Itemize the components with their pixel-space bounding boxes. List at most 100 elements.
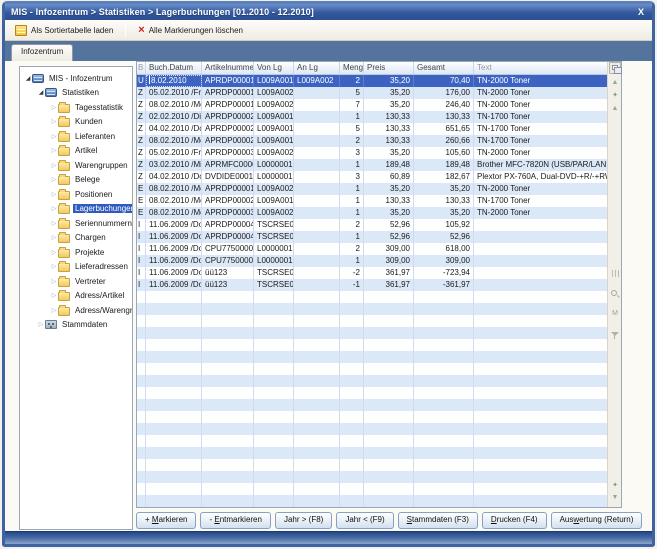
table-row[interactable]: I11.06.2009 /DoCPU77500007L00000011309,0… [137,255,607,267]
clear-marks-button[interactable]: × Alle Markierungen löschen [132,22,249,38]
table-row[interactable]: U8.02.2010APRDP00001L009A001L009A002235,… [137,75,607,87]
tree-collapsed-icon[interactable]: ▷ [50,220,58,227]
column-header-an-lg[interactable]: An Lg [294,62,340,74]
table-empty-row[interactable] [137,363,607,375]
table-empty-row[interactable] [137,315,607,327]
table-empty-row[interactable] [137,495,607,507]
tree-item-projekte[interactable]: ▷Projekte [20,245,132,260]
table-empty-row[interactable] [137,423,607,435]
column-header-buch-datum[interactable]: Buch.Datum [146,62,202,74]
table-empty-row[interactable] [137,339,607,351]
footer-button-jahr-f8[interactable]: Jahr > (F8) [275,512,332,529]
table-empty-row[interactable] [137,471,607,483]
tree-collapsed-icon[interactable]: ▷ [50,133,58,140]
tree-item-warengruppen[interactable]: ▷Warengruppen [20,158,132,173]
table-row[interactable]: I11.06.2009 /DoCPU77500007L00000012309,0… [137,243,607,255]
tree-collapsed-icon[interactable]: ▷ [50,263,58,270]
tree-collapsed-icon[interactable]: ▷ [50,162,58,169]
tree-collapsed-icon[interactable]: ▷ [50,104,58,111]
tree-expanded-icon[interactable]: ◢ [37,89,45,96]
tree-collapsed-icon[interactable]: ▷ [50,118,58,125]
tree-item-chargen[interactable]: ▷Chargen [20,231,132,246]
footer-button-entmarkieren[interactable]: - Entmarkieren [200,512,270,529]
table-row[interactable]: E08.02.2010 /MoAPRDP00002L009A0011130,33… [137,195,607,207]
tree-item-stammdaten[interactable]: ▷Stammdaten [20,318,132,333]
table-row[interactable]: I11.06.2009 /Doüü123TSCRSE03-1361,97-361… [137,279,607,291]
tree-item-artikel[interactable]: ▷Artikel [20,144,132,159]
footer-button-auswertung-return[interactable]: Auswertung (Return) [551,512,643,529]
filter-icon[interactable] [611,332,619,336]
footer-button-drucken-f4[interactable]: Drucken (F4) [482,512,547,529]
load-sort-table-button[interactable]: Als Sortiertabelle laden [9,22,119,39]
tree-collapsed-icon[interactable]: ▷ [50,191,58,198]
table-row[interactable]: Z02.02.2010 /DiAPRDP00002L009A0011130,33… [137,111,607,123]
tree-collapsed-icon[interactable]: ▷ [50,176,58,183]
tree-item-lieferadressen[interactable]: ▷Lieferadressen [20,260,132,275]
column-header-preis[interactable]: Preis [364,62,414,74]
tree-collapsed-icon[interactable]: ▷ [50,205,58,212]
column-header-artikelnummer[interactable]: Artikelnummer [202,62,254,74]
column-header-gesamt[interactable]: Gesamt [414,62,474,74]
table-empty-row[interactable] [137,447,607,459]
tree-item-lieferanten[interactable]: ▷Lieferanten [20,129,132,144]
table-row[interactable]: Z03.02.2010 /MiAPRMFC00001L00000011189,4… [137,159,607,171]
table-row[interactable]: I11.06.2009 /DoAPRDP00004TSCRSE02252,961… [137,219,607,231]
table-row[interactable]: E08.02.2010 /MoAPRDP00001L009A002135,203… [137,183,607,195]
tree-collapsed-icon[interactable]: ▷ [50,278,58,285]
tree-item-belege[interactable]: ▷Belege [20,173,132,188]
tree-expanded-icon[interactable]: ◢ [24,75,32,82]
mark-icon[interactable]: M [608,310,622,318]
table-row[interactable]: I11.06.2009 /Doüü123TSCRSE03-2361,97-723… [137,267,607,279]
tree-collapsed-icon[interactable]: ▷ [37,321,45,328]
tree-collapsed-icon[interactable]: ▷ [50,249,58,256]
table-empty-row[interactable] [137,387,607,399]
column-header-b[interactable]: B [137,62,146,74]
table-empty-row[interactable] [137,351,607,363]
table-empty-row[interactable] [137,459,607,471]
tab-infozentrum[interactable]: Infozentrum [11,44,73,61]
tree-collapsed-icon[interactable]: ▷ [50,147,58,154]
footer-button-markieren[interactable]: + Markieren [136,512,196,529]
tree-collapsed-icon[interactable]: ▷ [50,234,58,241]
scroll-first-icon[interactable]: ▲ [608,79,622,87]
table-row[interactable]: I11.06.2009 /DoAPRDP00004TSCRSE02152,965… [137,231,607,243]
tree-collapsed-icon[interactable]: ▷ [50,292,58,299]
table-empty-row[interactable] [137,303,607,315]
footer-button-stammdaten-f3[interactable]: Stammdaten (F3) [398,512,478,529]
scroll-up-icon[interactable]: ▲ [608,105,622,113]
column-header-menge[interactable]: Menge [340,62,364,74]
close-icon[interactable]: X [636,7,646,17]
search-icon[interactable] [611,290,617,296]
column-header-von-lg[interactable]: Von Lg [254,62,294,74]
tree-item-lagerbuchungen[interactable]: ▷Lagerbuchungen [20,202,132,217]
table-row[interactable]: Z05.02.2010 /FrAPRDP00003L009A002335,201… [137,147,607,159]
tree-item-statistiken[interactable]: ◢Statistiken [20,86,132,101]
tree-item-vertreter[interactable]: ▷Vertreter [20,274,132,289]
table-empty-row[interactable] [137,327,607,339]
table-empty-row[interactable] [137,411,607,423]
table-row[interactable]: E08.02.2010 /MoAPRDP00003L009A002135,203… [137,207,607,219]
tree-item-tagesstatistik[interactable]: ▷Tagesstatistik [20,100,132,115]
footer-button-jahr-f9[interactable]: Jahr < (F9) [336,512,393,529]
column-options-button[interactable] [609,62,621,74]
tree-item-seriennummern[interactable]: ▷Seriennummern [20,216,132,231]
table-row[interactable]: Z08.02.2010 /MoAPRDP00002L009A0012130,33… [137,135,607,147]
tree-item-mis-infozentrum[interactable]: ◢MIS - Infozentrum [20,71,132,86]
scroll-last-icon[interactable]: ▼ [608,494,622,502]
table-row[interactable]: Z05.02.2010 /FrAPRDP00001L009A002535,201… [137,87,607,99]
tree-collapsed-icon[interactable]: ▷ [50,307,58,314]
scroll-down-icon[interactable]: ✦ [608,482,622,490]
table-row[interactable]: Z08.02.2010 /MoAPRDP00001L009A002735,202… [137,99,607,111]
table-empty-row[interactable] [137,435,607,447]
columns-icon[interactable] [612,270,619,277]
table-empty-row[interactable] [137,483,607,495]
column-header-text[interactable]: Text [474,62,607,74]
table-empty-row[interactable] [137,399,607,411]
table-row[interactable]: Z04.02.2010 /DoAPRDP00002L009A0015130,33… [137,123,607,135]
tree-item-positionen[interactable]: ▷Positionen [20,187,132,202]
scroll-marker-icon[interactable]: ✦ [608,92,622,100]
tree-item-adress-artikel[interactable]: ▷Adress/Artikel [20,289,132,304]
tree-item-kunden[interactable]: ▷Kunden [20,115,132,130]
table-empty-row[interactable] [137,291,607,303]
table-row[interactable]: Z04.02.2010 /DoDVDIDE00016L0000001360,89… [137,171,607,183]
